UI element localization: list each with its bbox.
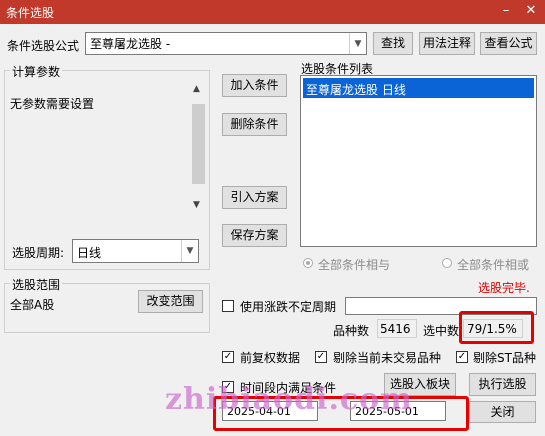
formula-value: 至尊屠龙选股 - bbox=[90, 37, 171, 51]
uncertain-period-label: 使用涨跌不定周期 bbox=[240, 300, 337, 314]
title-bar: 条件选股 – ✕ bbox=[0, 0, 545, 24]
option-checkbox-exclude-st[interactable]: ✓ bbox=[456, 351, 468, 363]
and-radio[interactable] bbox=[303, 258, 313, 268]
or-radio[interactable] bbox=[442, 258, 452, 268]
chevron-down-icon[interactable]: ▼ bbox=[349, 33, 366, 54]
scroll-thumb[interactable] bbox=[192, 104, 205, 184]
minimize-icon[interactable]: – bbox=[497, 2, 515, 20]
chevron-down-icon[interactable]: ▼ bbox=[181, 240, 198, 262]
option-checkbox-adjusted[interactable]: ✓ bbox=[222, 351, 234, 363]
conditions-list[interactable]: 至尊屠龙选股 日线 bbox=[300, 75, 537, 247]
period-select[interactable]: 日线 ▼ bbox=[72, 239, 199, 263]
list-item[interactable]: 至尊屠龙选股 日线 bbox=[303, 78, 534, 98]
watermark: zhibiaodi.com bbox=[165, 382, 413, 417]
count-value: 5416 bbox=[380, 322, 411, 336]
scroll-up-icon[interactable]: ▲ bbox=[193, 84, 200, 94]
selected-highlight-box bbox=[459, 311, 534, 344]
execute-button[interactable]: 执行选股 bbox=[469, 373, 536, 396]
usage-button[interactable]: 用法注释 bbox=[419, 32, 475, 55]
range-value: 全部A股 bbox=[10, 298, 55, 312]
and-label: 全部条件相与 bbox=[318, 258, 391, 272]
window-title: 条件选股 bbox=[6, 6, 55, 20]
delete-condition-button[interactable]: 删除条件 bbox=[222, 113, 287, 136]
view-formula-button[interactable]: 查看公式 bbox=[480, 32, 537, 55]
params-group-title: 计算参数 bbox=[10, 63, 63, 80]
count-label: 品种数 bbox=[333, 324, 370, 338]
params-text: 无参数需要设置 bbox=[10, 97, 95, 111]
option-label-adjusted: 前复权数据 bbox=[240, 351, 301, 365]
selected-label: 选中数 bbox=[423, 324, 460, 338]
option-label-exclude-untraded: 剔除当前未交易品种 bbox=[333, 351, 442, 365]
close-icon[interactable]: ✕ bbox=[522, 2, 540, 20]
condition-item-label: 至尊屠龙选股 日线 bbox=[306, 83, 406, 97]
option-checkbox-exclude-untraded[interactable]: ✓ bbox=[315, 351, 327, 363]
save-scheme-button[interactable]: 保存方案 bbox=[222, 224, 287, 247]
period-label: 选股周期: bbox=[12, 246, 65, 260]
find-button[interactable]: 查找 bbox=[373, 32, 413, 55]
close-button[interactable]: 关闭 bbox=[469, 401, 536, 423]
params-scrollbar[interactable]: ▲ ▼ bbox=[191, 82, 206, 214]
status-text: 选股完毕. bbox=[478, 281, 530, 295]
range-group-title: 选股范围 bbox=[10, 276, 63, 293]
add-condition-button[interactable]: 加入条件 bbox=[222, 74, 287, 97]
period-value: 日线 bbox=[77, 246, 102, 260]
option-label-exclude-st: 剔除ST品种 bbox=[473, 351, 536, 365]
import-scheme-button[interactable]: 引入方案 bbox=[222, 186, 287, 209]
count-field: 5416 bbox=[377, 319, 417, 338]
formula-select[interactable]: 至尊屠龙选股 - ▼ bbox=[85, 32, 367, 55]
uncertain-period-checkbox[interactable] bbox=[222, 300, 234, 312]
formula-label: 条件选股公式 bbox=[7, 39, 80, 53]
or-label: 全部条件相或 bbox=[457, 258, 530, 272]
change-range-button[interactable]: 改变范围 bbox=[138, 290, 203, 313]
scroll-down-icon[interactable]: ▼ bbox=[193, 200, 200, 210]
